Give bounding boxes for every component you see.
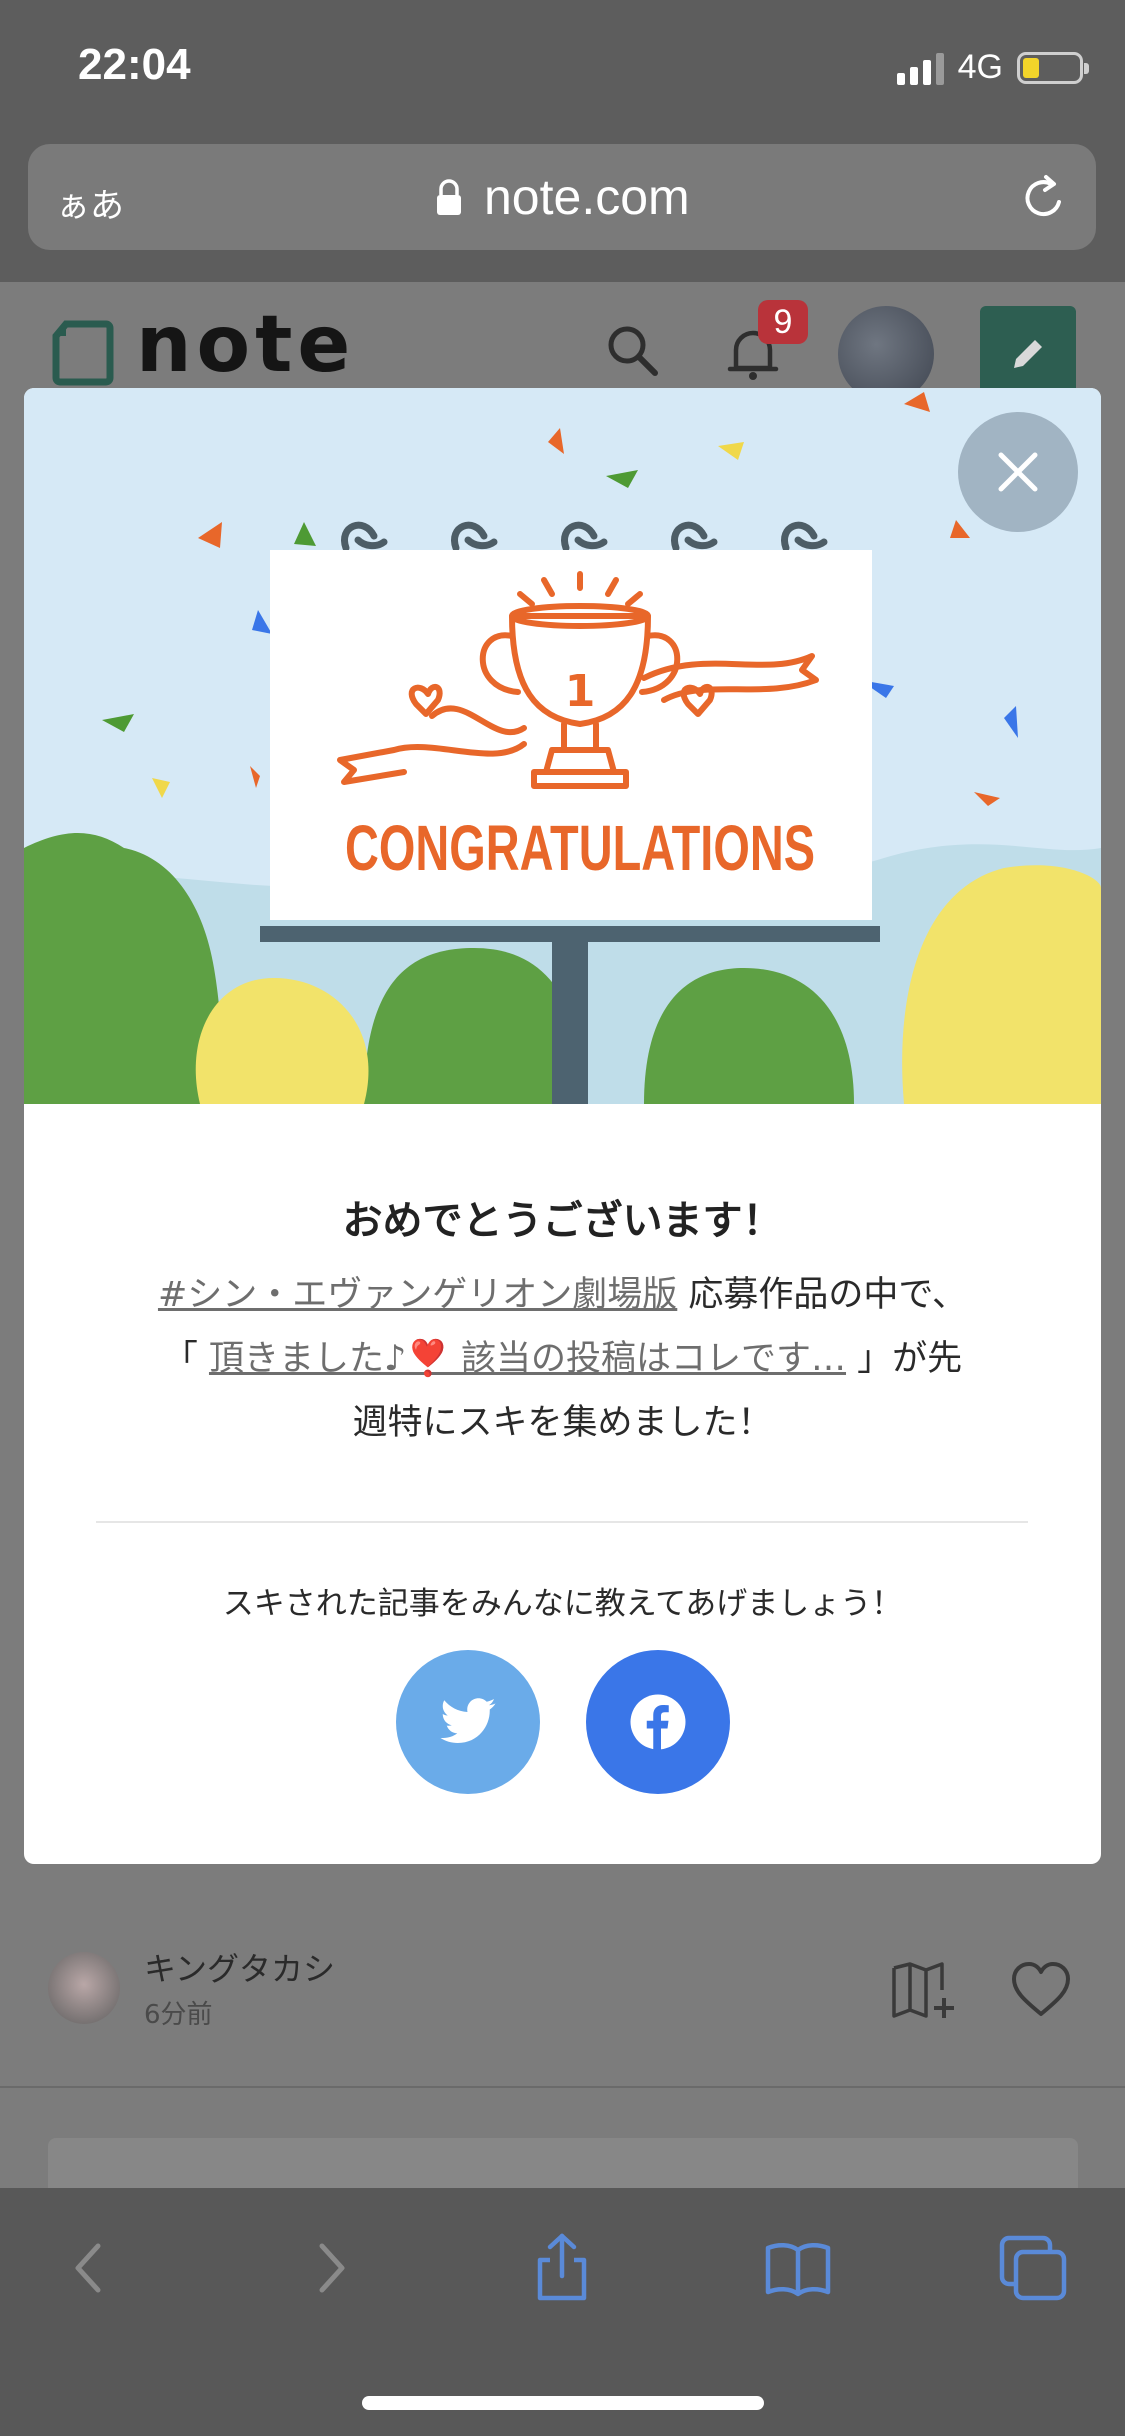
- message-text: 応募作品の中で、: [688, 1275, 968, 1315]
- feed-divider: [0, 2086, 1125, 2088]
- reader-options-button[interactable]: ぁあ: [56, 178, 124, 227]
- author-name[interactable]: キングタカシ: [144, 1944, 335, 1990]
- message-line-2: 「 頂きました♪❣️ 該当の投稿はコレです… 」が先: [24, 1330, 1101, 1381]
- facebook-icon: [630, 1694, 686, 1750]
- quote-open: 「: [162, 1339, 198, 1379]
- lock-icon: [437, 179, 461, 215]
- quote-close: 」が先: [857, 1339, 963, 1379]
- pencil-icon: [1014, 340, 1042, 368]
- congratulations-banner: 1 CONGRATULATIONS: [24, 388, 1101, 1104]
- article-link[interactable]: 頂きました♪❣️ 該当の投稿はコレです…: [209, 1339, 846, 1379]
- battery-icon: [1017, 51, 1089, 84]
- trophy-number: 1: [565, 666, 596, 717]
- twitter-share-button[interactable]: [396, 1650, 540, 1794]
- modal-title: おめでとうございます！: [342, 1198, 783, 1244]
- status-time: 22:04: [78, 40, 191, 89]
- congratulations-modal: 1 CONGRATULATIONS おめでとうございます！ #シン・エヴァンゲリ…: [24, 388, 1101, 1864]
- forward-icon[interactable]: [294, 2232, 366, 2304]
- search-icon[interactable]: [604, 322, 660, 378]
- facebook-share-button[interactable]: [586, 1650, 730, 1794]
- modal-divider: [96, 1521, 1028, 1523]
- home-indicator: [362, 2396, 764, 2410]
- back-icon[interactable]: [54, 2232, 126, 2304]
- heart-icon[interactable]: [1010, 1960, 1072, 2018]
- congratulations-text: CONGRATULATIONS: [345, 812, 815, 884]
- tabs-icon[interactable]: [998, 2232, 1070, 2304]
- share-prompt: スキされた記事をみんなに教えてあげましょう！: [222, 1586, 903, 1622]
- share-icon[interactable]: [526, 2232, 598, 2304]
- twitter-icon: [440, 1698, 496, 1743]
- message-line-3: 週特にスキを集めました！: [352, 1403, 773, 1443]
- status-indicators: 4G: [896, 48, 1089, 87]
- signal-icon: [896, 51, 944, 85]
- notification-badge: 9: [758, 300, 808, 344]
- url-text[interactable]: note.com: [484, 168, 690, 226]
- bookmarks-icon[interactable]: [762, 2232, 834, 2304]
- close-button[interactable]: [958, 412, 1078, 532]
- post-time: 6分前: [144, 2000, 213, 2030]
- message-line-1: #シン・エヴァンゲリオン劇場版 応募作品の中で、: [24, 1266, 1101, 1317]
- hashtag-link[interactable]: #シン・エヴァンゲリオン劇場版: [158, 1275, 677, 1315]
- author-avatar[interactable]: [48, 1952, 120, 2024]
- reload-icon[interactable]: [1018, 172, 1070, 224]
- network-type: 4G: [957, 48, 1003, 86]
- add-to-magazine-icon[interactable]: [890, 1960, 960, 2020]
- note-logo-text[interactable]: note: [136, 300, 355, 390]
- close-icon: [998, 452, 1038, 492]
- note-logo-icon[interactable]: [48, 320, 114, 386]
